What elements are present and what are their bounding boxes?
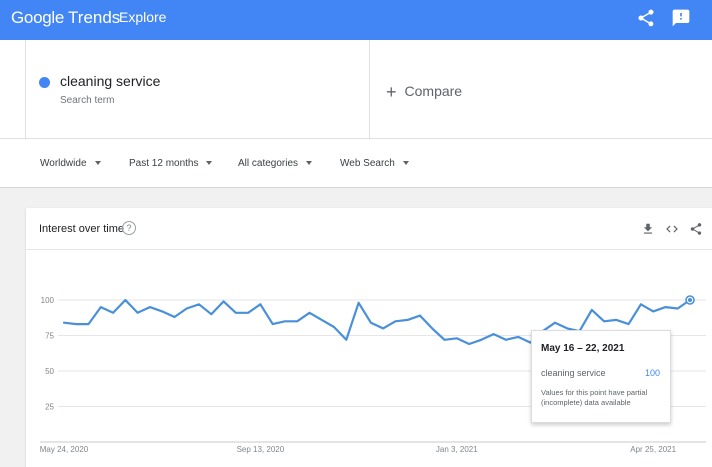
- chart-tooltip: May 16 – 22, 2021 cleaning service 100 V…: [531, 330, 671, 423]
- y-tick-label: 100: [41, 296, 55, 305]
- tooltip-value: 100: [644, 368, 660, 378]
- x-tick-label: Jan 3, 2021: [436, 445, 478, 454]
- x-tick-label: Apr 25, 2021: [630, 445, 676, 454]
- tooltip-term: cleaning service: [541, 368, 606, 378]
- tooltip-note: Values for this point have partial (inco…: [541, 388, 648, 407]
- highlight-point-inner: [688, 298, 692, 302]
- x-tick-label: May 24, 2020: [40, 445, 89, 454]
- y-tick-label: 50: [45, 367, 54, 376]
- y-tick-label: 75: [45, 332, 54, 341]
- x-tick-label: Sep 13, 2020: [237, 445, 285, 454]
- tooltip-date: May 16 – 22, 2021: [541, 343, 625, 354]
- y-tick-label: 25: [45, 403, 54, 412]
